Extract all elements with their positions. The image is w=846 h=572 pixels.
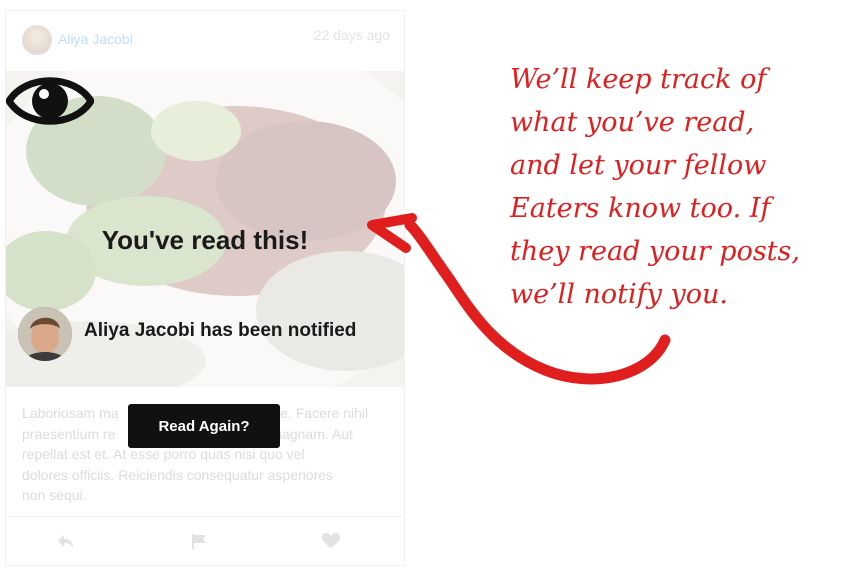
reply-icon[interactable] <box>56 531 76 551</box>
author-name[interactable]: Aliya Jacobi <box>58 31 133 47</box>
notified-text: Aliya Jacobi has been notified <box>84 320 357 341</box>
read-again-button[interactable]: Read Again? <box>128 404 280 448</box>
annotation-line: they read your posts, <box>510 236 800 267</box>
notified-user-avatar[interactable] <box>18 307 72 361</box>
eye-icon <box>6 77 94 125</box>
post-photo: You've read this! Aliya Jacobi has been … <box>6 71 404 387</box>
heart-icon[interactable] <box>321 531 341 551</box>
author-avatar[interactable] <box>22 25 52 55</box>
flag-icon[interactable] <box>189 531 209 551</box>
annotation-line: Eaters know too. If <box>510 193 771 224</box>
body-line: non sequi. <box>22 487 87 503</box>
annotation-line: and let your fellow <box>510 150 767 181</box>
post-header: Aliya Jacobi 22 days ago <box>6 11 404 69</box>
annotation-line: We’ll keep track of <box>510 64 767 95</box>
annotation-line: what you’ve read, <box>510 107 755 138</box>
post-footer <box>6 516 404 565</box>
read-confirmation-title: You've read this! <box>101 225 309 255</box>
annotation-line: we’ll notify you. <box>510 279 728 310</box>
post-card: Aliya Jacobi 22 days ago You've read thi… <box>5 10 405 566</box>
avatar-photo <box>18 307 72 361</box>
notified-row: Aliya Jacobi has been notified <box>18 307 398 363</box>
post-timestamp: 22 days ago <box>313 27 390 43</box>
body-line: dolores officiis. Reiciendis consequatur… <box>22 466 334 483</box>
annotation-note: We’ll keep track of what you’ve read, an… <box>510 58 845 316</box>
